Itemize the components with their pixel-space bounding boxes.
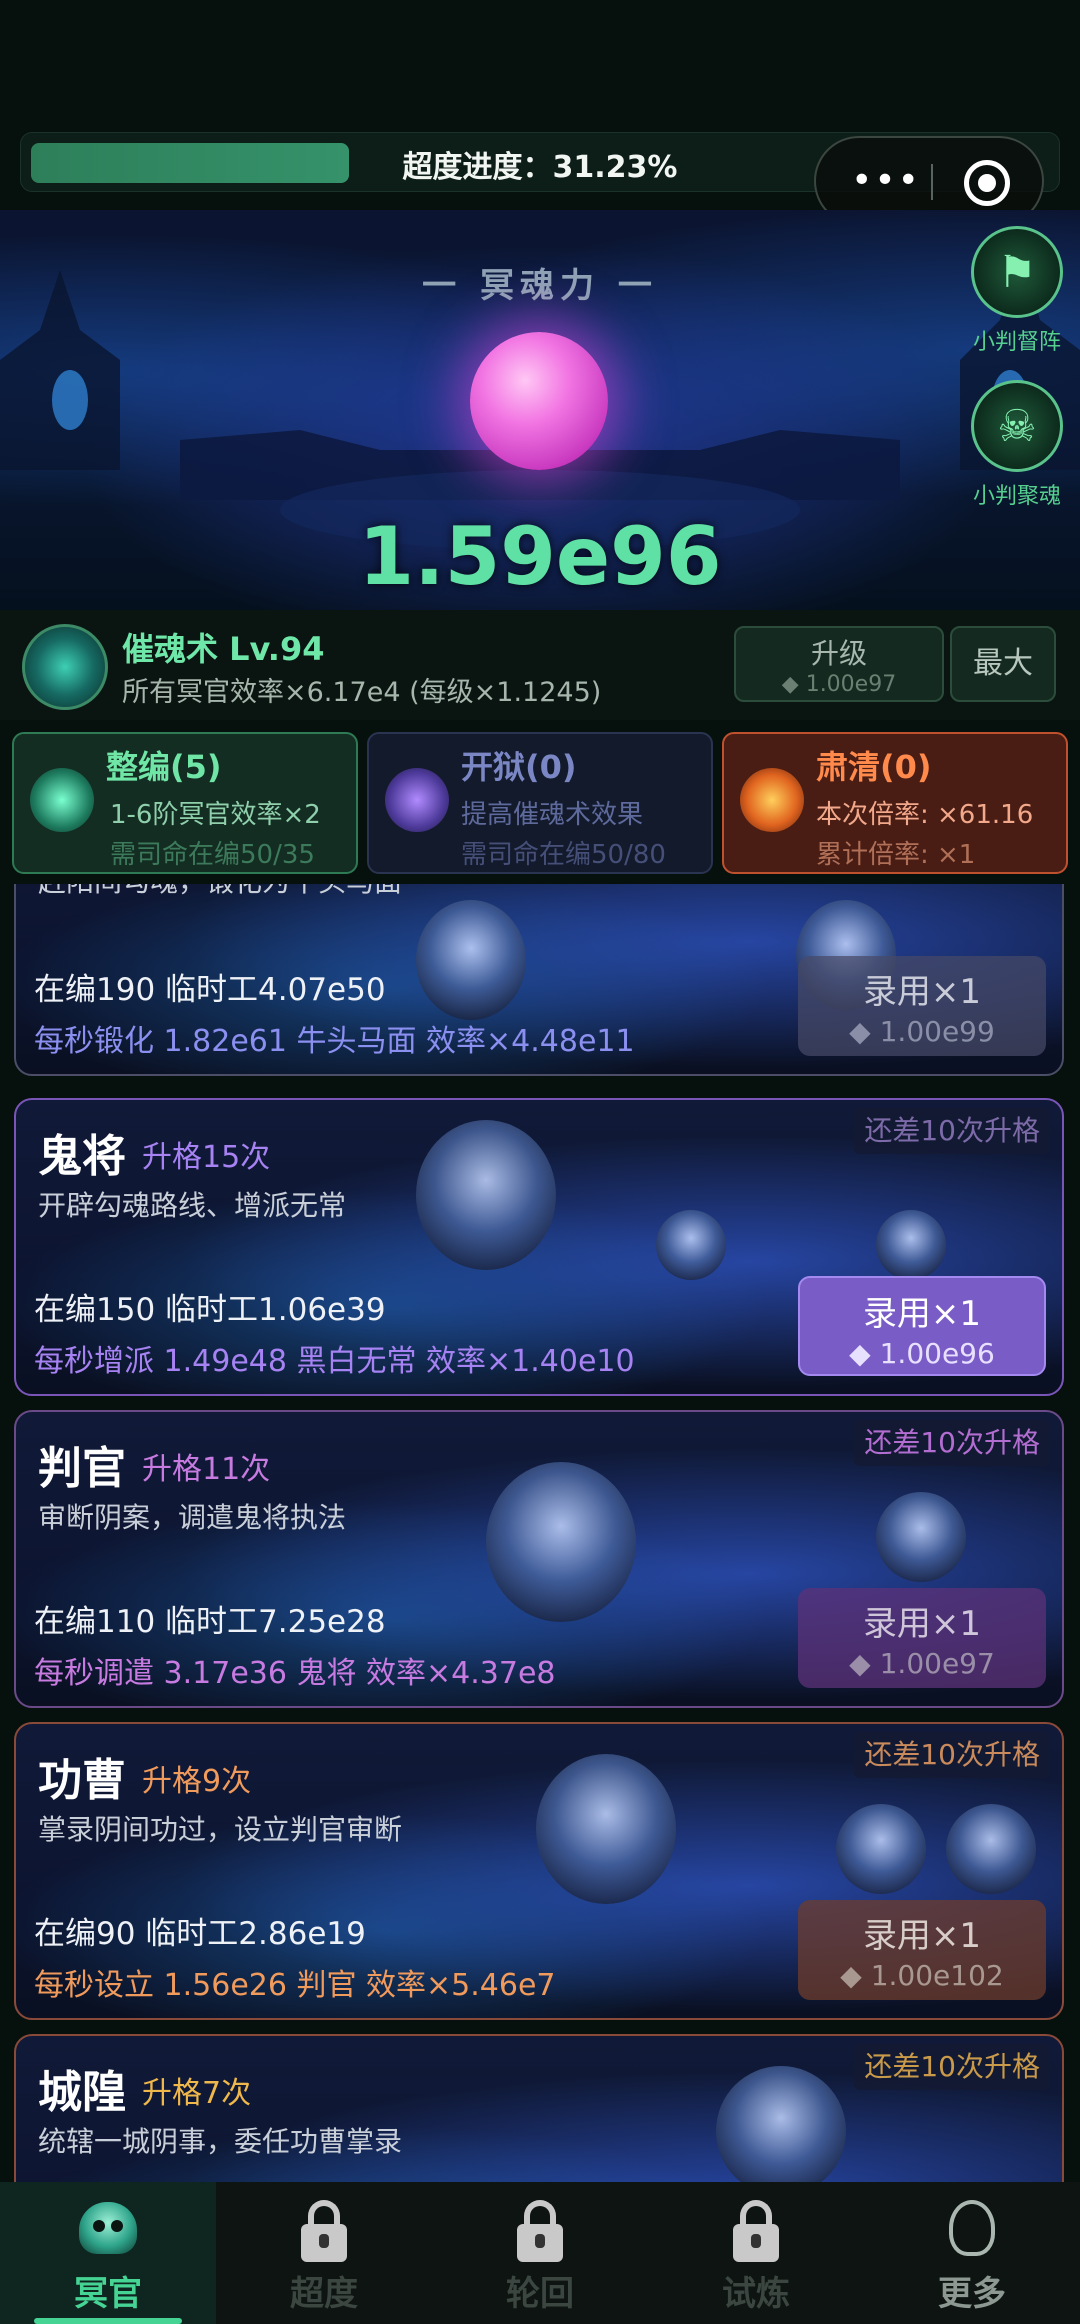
panel-line1: 提高催魂术效果 — [461, 800, 644, 830]
hire-cost: ◆ 1.00e96 — [849, 1337, 995, 1370]
officer-name: 鬼将 — [38, 1131, 126, 1182]
soul-orb — [470, 332, 608, 470]
panel-title: 开狱(0) — [461, 748, 577, 786]
officer-name: 判官 — [38, 1443, 126, 1494]
upgrade-remaining-badge: 还差10次升格 — [854, 1420, 1050, 1466]
officer-rate: 每秒调遣 3.17e36 鬼将 效率×4.37e8 — [34, 1656, 556, 1691]
officer-card-merit-clerk: 功曹 升格9次 还差10次升格 掌录阴间功过，设立判官审断 在编90 临时工2.… — [14, 1722, 1064, 2020]
lock-icon — [505, 2196, 575, 2266]
officer-rank: 升格7次 — [142, 2076, 252, 2111]
panel-title: 肃清(0) — [816, 748, 932, 786]
officer-card-ghost-general: 鬼将 升格15次 还差10次升格 开辟勾魂路线、增派无常 在编150 临时工1.… — [14, 1098, 1064, 1396]
side-button-gather[interactable]: ☠ 小判聚魂 — [970, 380, 1064, 510]
hire-button[interactable]: 录用×1 ◆ 1.00e99 — [798, 956, 1046, 1056]
officer-rank: 升格15次 — [142, 1140, 271, 1175]
reorganize-icon — [30, 768, 94, 832]
capsule-divider — [931, 164, 933, 200]
prison-icon — [385, 768, 449, 832]
ghost-icon: ☠ — [971, 380, 1063, 472]
lock-icon — [289, 2196, 359, 2266]
hire-label: 录用×1 — [862, 972, 982, 1012]
officer-name: 城隍 — [38, 2067, 126, 2118]
hire-label: 录用×1 — [862, 1916, 982, 1956]
officer-desc: 掌录阴间功过，设立判官审断 — [38, 1813, 403, 1846]
side-button-formation[interactable]: ⚑ 小判督阵 — [970, 226, 1064, 356]
officer-list[interactable]: 赶阳间勾魂，锻化为牛头马面 在编190 临时工4.07e50 每秒锻化 1.82… — [0, 884, 1080, 2182]
max-button[interactable]: 最大 — [950, 626, 1056, 702]
hire-button[interactable]: 录用×1 ◆ 1.00e97 — [798, 1588, 1046, 1688]
upgrade-remaining-badge: 还差10次升格 — [854, 2044, 1050, 2090]
flag-icon: ⚑ — [971, 226, 1063, 318]
officer-card-judge: 判官 升格11次 还差10次升格 审断阴案，调遣鬼将执法 在编110 临时工7.… — [14, 1410, 1064, 1708]
hero-section: 一 冥魂力 一 1.59e96 — [0, 210, 1080, 610]
active-tab-indicator — [34, 2318, 182, 2324]
upgrade-remaining-badge: 还差10次升格 — [854, 1732, 1050, 1778]
hire-cost: ◆ 1.00e99 — [849, 1015, 995, 1048]
officer-card-ox-horse: 赶阳间勾魂，锻化为牛头马面 在编190 临时工4.07e50 每秒锻化 1.82… — [14, 884, 1064, 1076]
panel-line1: 本次倍率: ×61.16 — [816, 800, 1034, 830]
flame-icon — [740, 768, 804, 832]
more-icon — [949, 2200, 995, 2256]
skill-name: 催魂术 Lv.94 — [122, 630, 325, 668]
skull-icon — [79, 2202, 137, 2254]
officer-desc: 开辟勾魂路线、增派无常 — [38, 1189, 347, 1222]
hire-button[interactable]: 录用×1 ◆ 1.00e102 — [798, 1900, 1046, 2000]
skill-icon — [22, 624, 108, 710]
panel-line2: 累计倍率: ×1 — [816, 840, 976, 870]
nav-tab-officials[interactable]: 冥官 — [0, 2182, 216, 2324]
officer-desc: 审断阴案，调遣鬼将执法 — [38, 1501, 347, 1534]
hire-cost: ◆ 1.00e97 — [849, 1647, 995, 1680]
panel-title: 整编(5) — [106, 748, 222, 786]
nav-label: 超度 — [290, 2274, 358, 2314]
skill-desc: 所有冥官效率×6.17e4 (每级×1.1245) — [122, 677, 602, 708]
officer-staff: 在编150 临时工1.06e39 — [34, 1292, 386, 1328]
officer-rank: 升格11次 — [142, 1452, 271, 1487]
officer-rank: 升格9次 — [142, 1764, 252, 1799]
soul-power-value: 1.59e96 — [358, 510, 722, 603]
hire-button[interactable]: 录用×1 ◆ 1.00e96 — [798, 1276, 1046, 1376]
nav-label: 试炼 — [722, 2274, 790, 2314]
panel-purge[interactable]: 肃清(0) 本次倍率: ×61.16 累计倍率: ×1 — [722, 732, 1068, 874]
target-icon[interactable] — [964, 160, 1010, 206]
nav-label: 轮回 — [506, 2274, 574, 2314]
officer-rate: 每秒锻化 1.82e61 牛头马面 效率×4.48e11 — [34, 1024, 635, 1059]
officer-rate: 每秒设立 1.56e26 判官 效率×5.46e7 — [34, 1968, 556, 2003]
officer-staff: 在编190 临时工4.07e50 — [34, 972, 386, 1008]
panel-line2: 需司命在编50/80 — [461, 840, 666, 870]
nav-label: 冥官 — [74, 2274, 142, 2314]
side-button-gather-label: 小判聚魂 — [972, 484, 1061, 509]
officer-card-city-god: 城隍 升格7次 还差10次升格 统辖一城阴事，委任功曹掌录 — [14, 2034, 1064, 2182]
officer-rate: 每秒增派 1.49e48 黑白无常 效率×1.40e10 — [34, 1344, 635, 1379]
more-dots-icon[interactable]: ••• — [846, 158, 926, 204]
panel-open-prison[interactable]: 开狱(0) 提高催魂术效果 需司命在编50/80 — [367, 732, 713, 874]
officer-desc: 统辖一城阴事，委任功曹掌录 — [38, 2125, 403, 2158]
upgrade-button[interactable]: 升级 ◆ 1.00e97 — [734, 626, 944, 702]
upgrade-button-label: 升级 — [810, 637, 867, 670]
panel-reorganize[interactable]: 整编(5) 1-6阶冥官效率×2 需司命在编50/35 — [12, 732, 358, 874]
nav-tab-reincarnation[interactable]: 轮回 — [432, 2182, 648, 2324]
skill-row: 催魂术 Lv.94 所有冥官效率×6.17e4 (每级×1.1245) 升级 ◆… — [0, 610, 1080, 720]
nav-tab-more[interactable]: 更多 — [864, 2182, 1080, 2324]
panel-line1: 1-6阶冥官效率×2 — [110, 800, 321, 830]
panel-line2: 需司命在编50/35 — [110, 840, 315, 870]
upgrade-remaining-badge: 还差10次升格 — [854, 1108, 1050, 1154]
lock-icon — [721, 2196, 791, 2266]
nav-label: 更多 — [938, 2274, 1006, 2314]
upgrade-cost: ◆ 1.00e97 — [781, 672, 897, 697]
hire-cost: ◆ 1.00e102 — [840, 1959, 1004, 1992]
hero-title: 一 冥魂力 一 — [422, 266, 658, 306]
hire-label: 录用×1 — [862, 1294, 982, 1334]
nav-tab-trial[interactable]: 试炼 — [648, 2182, 864, 2324]
officer-staff: 在编90 临时工2.86e19 — [34, 1916, 366, 1952]
bottom-nav: 冥官 超度 轮回 试炼 更多 — [0, 2182, 1080, 2324]
officer-staff: 在编110 临时工7.25e28 — [34, 1604, 386, 1640]
officer-name: 功曹 — [38, 1755, 126, 1806]
nav-tab-salvation[interactable]: 超度 — [216, 2182, 432, 2324]
officer-desc: 赶阳间勾魂，锻化为牛头马面 — [38, 884, 402, 900]
hire-label: 录用×1 — [862, 1604, 982, 1644]
side-button-formation-label: 小判督阵 — [972, 330, 1061, 355]
